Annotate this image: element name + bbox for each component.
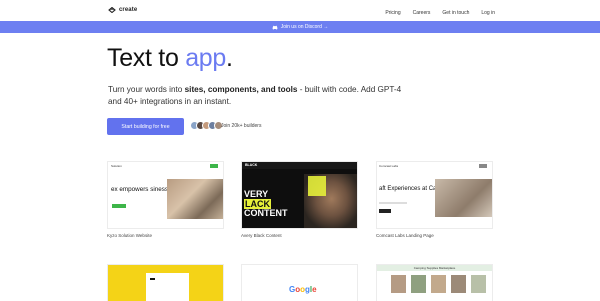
template-card-comcast[interactable]: Comcast Labs aft Experiences at Captivat… xyxy=(376,161,493,238)
thumb-nav: Comcast Labs xyxy=(379,164,399,168)
logo-icon xyxy=(108,7,116,13)
nav-link-pricing[interactable]: Pricing xyxy=(385,10,400,16)
top-nav: create Pricing Careers Get in touch Log … xyxy=(0,0,600,22)
template-card-avery[interactable]: BLACK VERY LACK CONTENT Avery Black Cont… xyxy=(241,161,358,238)
thumb-button xyxy=(479,164,487,168)
thumb-button xyxy=(210,164,218,168)
join-count-text: Join 20k+ builders xyxy=(221,123,262,129)
thumb-headline-line: CONTENT xyxy=(244,208,288,218)
product-image xyxy=(431,275,446,293)
product-image xyxy=(391,275,406,293)
hero-title-end: . xyxy=(226,44,233,72)
template-thumbnail-camping[interactable]: Camping Supplies Marketplace xyxy=(376,264,493,301)
thumb-cta xyxy=(379,209,391,213)
thumb-headline: VERY LACK CONTENT xyxy=(244,189,288,219)
nav-link-get-in-touch[interactable]: Get in touch xyxy=(442,10,469,16)
template-thumbnail[interactable]: Solution ex empowers sinesses xyxy=(107,161,224,229)
google-logo: Google xyxy=(289,285,317,294)
brand-logo[interactable]: create xyxy=(108,7,137,13)
builder-avatars xyxy=(190,121,223,130)
thumb-mark xyxy=(150,278,155,280)
hero-title-accent: app xyxy=(185,44,227,72)
hero-title-main: Text to xyxy=(107,44,186,72)
thumb-subtext xyxy=(379,202,407,204)
thumb-brand: BLACK xyxy=(245,163,258,167)
template-thumbnail-google[interactable]: Google xyxy=(241,264,358,301)
discord-banner[interactable]: Join us on Discord → xyxy=(0,21,600,33)
thumb-headline: ex empowers sinesses xyxy=(111,186,175,193)
template-thumbnail[interactable]: Comcast Labs aft Experiences at Captivat… xyxy=(376,161,493,229)
product-image xyxy=(451,275,466,293)
nav-link-careers[interactable]: Careers xyxy=(413,10,431,16)
team-photo xyxy=(167,179,223,219)
thumb-cta xyxy=(112,204,126,208)
brand-name: create xyxy=(119,7,138,13)
template-thumbnail[interactable]: BLACK VERY LACK CONTENT xyxy=(241,161,358,229)
thumb-topbar xyxy=(242,162,357,169)
thumb-headline-highlight: LACK xyxy=(244,198,271,209)
template-card-label: Comcast Labs Landing Page xyxy=(376,233,434,238)
hero-image xyxy=(435,179,492,217)
hero-subtitle: Turn your words into sites, components, … xyxy=(108,84,408,107)
product-image xyxy=(471,275,486,293)
thumb-nav: Solution xyxy=(111,164,122,168)
thumb-panel xyxy=(146,273,189,301)
hero-subtitle-pre: Turn your words into xyxy=(108,85,185,94)
nav-links: Pricing Careers Get in touch Log in xyxy=(385,10,495,16)
discord-icon xyxy=(272,25,278,30)
nav-link-login[interactable]: Log in xyxy=(481,10,495,16)
hero-title: Text to app. xyxy=(107,44,233,73)
discord-banner-text: Join us on Discord → xyxy=(280,24,329,30)
hero-subtitle-bold: sites, components, and tools xyxy=(184,85,298,94)
template-thumbnail-yellow[interactable] xyxy=(107,264,224,301)
template-card-label: Avery Black Content xyxy=(241,233,282,238)
product-image xyxy=(411,275,426,293)
template-card-label: Kyzo Solution Website xyxy=(107,233,152,238)
accent-square xyxy=(308,176,326,196)
template-card-kyzo[interactable]: Solution ex empowers sinesses Kyzo Solut… xyxy=(107,161,224,238)
thumb-header: Camping Supplies Marketplace xyxy=(377,265,492,271)
start-building-button[interactable]: Start building for free xyxy=(107,118,184,135)
